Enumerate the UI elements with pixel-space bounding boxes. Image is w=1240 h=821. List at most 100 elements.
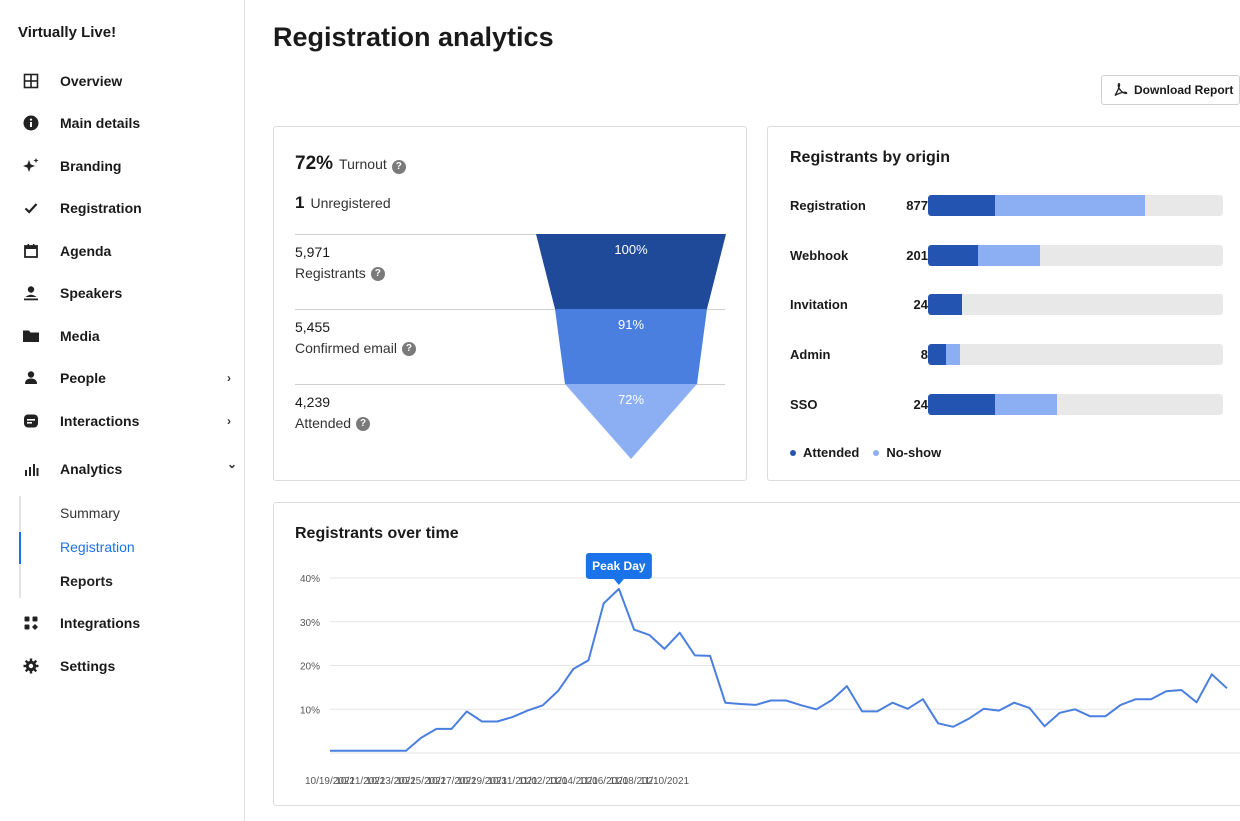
peak-tooltip-label: Peak Day: [592, 559, 646, 573]
origin-bar-attended: [928, 344, 946, 365]
origin-card: Registrants by origin Registration 877 Web…: [767, 126, 1240, 481]
x-tick-label: 11/10/2021: [640, 776, 690, 787]
funnel-value: 4,239: [295, 394, 331, 410]
funnel-label: Confirmed email?: [295, 340, 416, 357]
sidebar-item-label: People: [60, 370, 106, 386]
folder-icon: [22, 327, 40, 345]
sidebar-item-label: Settings: [60, 658, 116, 674]
sidebar-item-main-details[interactable]: Main details: [0, 105, 244, 141]
origin-row: SSO 24: [790, 394, 1230, 416]
sidebar-item-label: Speakers: [60, 285, 123, 301]
submenu-item-summary[interactable]: Summary: [60, 505, 120, 521]
page-title: Registration analytics: [273, 22, 554, 52]
submenu-item-registration[interactable]: Registration: [60, 539, 135, 555]
help-icon[interactable]: ?: [391, 160, 406, 174]
sidebar-item-analytics[interactable]: Analytics ⌄: [0, 451, 244, 487]
submenu-item-reports[interactable]: Reports: [60, 573, 113, 589]
origin-row: Webhook 201: [790, 245, 1230, 267]
origin-bar-track: [928, 245, 1223, 266]
download-report-button[interactable]: Download Report: [1101, 75, 1240, 105]
y-tick-label: 40%: [300, 574, 320, 585]
sidebar-item-agenda[interactable]: Agenda: [0, 233, 244, 269]
sidebar-item-branding[interactable]: Branding: [0, 148, 244, 184]
origin-name: Registration: [790, 198, 866, 213]
help-icon[interactable]: ?: [356, 417, 371, 432]
turnout-card: 72% Turnout ? 1 Unregistered 5,971 Regis…: [273, 126, 747, 481]
legend-dot: [790, 449, 796, 456]
sidebar-item-label: Branding: [60, 158, 122, 174]
origin-bar-attended: [928, 294, 962, 315]
origin-bar-attended: [928, 245, 979, 266]
help-icon[interactable]: ?: [401, 342, 416, 357]
sidebar-item-people[interactable]: People ›: [0, 360, 244, 396]
y-tick-label: 10%: [300, 705, 320, 716]
unregistered-value: 1: [295, 193, 305, 212]
app-root: Virtually Live! Overview Main details Br…: [0, 0, 1240, 821]
origin-value: 24: [913, 297, 928, 312]
funnel-value: 5,455: [295, 319, 331, 335]
origin-title: Registrants by origin: [790, 149, 951, 166]
chevron-right-icon: ›: [227, 371, 231, 385]
origin-bar-attended: [928, 394, 995, 415]
download-report-label: Download Report: [1134, 83, 1234, 97]
sidebar-item-label: Agenda: [60, 243, 112, 259]
submenu-active-indicator: [19, 532, 21, 564]
origin-name: SSO: [790, 397, 818, 412]
legend-item-attended: Attended: [790, 445, 859, 460]
origin-row: Admin 8: [790, 344, 1230, 366]
origin-name: Invitation: [790, 297, 848, 312]
chevron-down-icon: ⌄: [227, 457, 238, 471]
sidebar-item-registration[interactable]: Registration: [0, 190, 244, 226]
registrants-over-time-card: Registrants over time 40% 30% 20% 10% 10/19/…: [273, 502, 1240, 806]
sidebar-item-label: Overview: [60, 73, 123, 89]
sidebar-item-label: Interactions: [60, 413, 140, 429]
legend-label: No-show: [886, 445, 942, 460]
help-icon[interactable]: ?: [370, 267, 385, 282]
sidebar-item-settings[interactable]: Settings: [0, 648, 244, 684]
origin-name: Admin: [790, 347, 831, 362]
funnel-label: Attended?: [295, 415, 371, 432]
y-tick-label: 30%: [300, 618, 320, 629]
y-tick-label: 20%: [300, 662, 320, 673]
chevron-right-icon: ›: [227, 414, 231, 428]
funnel-label-text: Registrants: [295, 265, 366, 281]
origin-value: 201: [906, 248, 928, 263]
bar-chart-icon: [22, 460, 40, 478]
unregistered-summary: 1 Unregistered: [295, 193, 391, 213]
unregistered-label: Unregistered: [310, 195, 391, 211]
sidebar-item-media[interactable]: Media: [0, 318, 244, 354]
sparkle-icon: [22, 157, 40, 175]
origin-bar-track: [928, 394, 1223, 415]
sidebar-item-interactions[interactable]: Interactions ›: [0, 403, 244, 439]
origin-bar-no-show: [994, 195, 1146, 216]
sidebar-item-integrations[interactable]: Integrations: [0, 605, 244, 641]
sidebar: Virtually Live! Overview Main details Br…: [0, 0, 245, 821]
turnout-label: Turnout: [339, 156, 387, 172]
sidebar-item-speakers[interactable]: Speakers: [0, 275, 244, 311]
person-icon: [22, 369, 40, 387]
origin-name: Webhook: [790, 248, 849, 263]
pdf-icon: [1114, 82, 1128, 97]
origin-bar-no-show: [945, 344, 961, 365]
gear-icon: [22, 657, 40, 675]
origin-bar-no-show: [978, 245, 1041, 266]
sidebar-item-overview[interactable]: Overview: [0, 63, 244, 99]
peak-tooltip-arrow: [613, 578, 624, 585]
origin-value: 8: [920, 347, 928, 362]
origin-bar-no-show: [994, 394, 1057, 415]
legend-dot: [873, 449, 880, 456]
funnel-percent: 100%: [614, 242, 648, 257]
chat-icon: [22, 412, 40, 430]
series-line: [330, 587, 1228, 752]
grid-icon: [22, 72, 40, 90]
origin-value: 24: [913, 397, 928, 412]
sidebar-item-label: Media: [60, 328, 100, 344]
sidebar-item-label: Integrations: [60, 615, 141, 631]
info-icon: [22, 114, 40, 132]
line-chart: 40%30%20%10%10/19/202110/21/202110/23/20…: [300, 552, 1240, 787]
turnout-summary: 72% Turnout ?: [295, 153, 406, 175]
legend-label: Attended: [803, 445, 860, 460]
origin-row: Invitation 24: [790, 294, 1230, 316]
origin-bar-attended: [928, 195, 995, 216]
calendar-icon: [22, 242, 40, 260]
